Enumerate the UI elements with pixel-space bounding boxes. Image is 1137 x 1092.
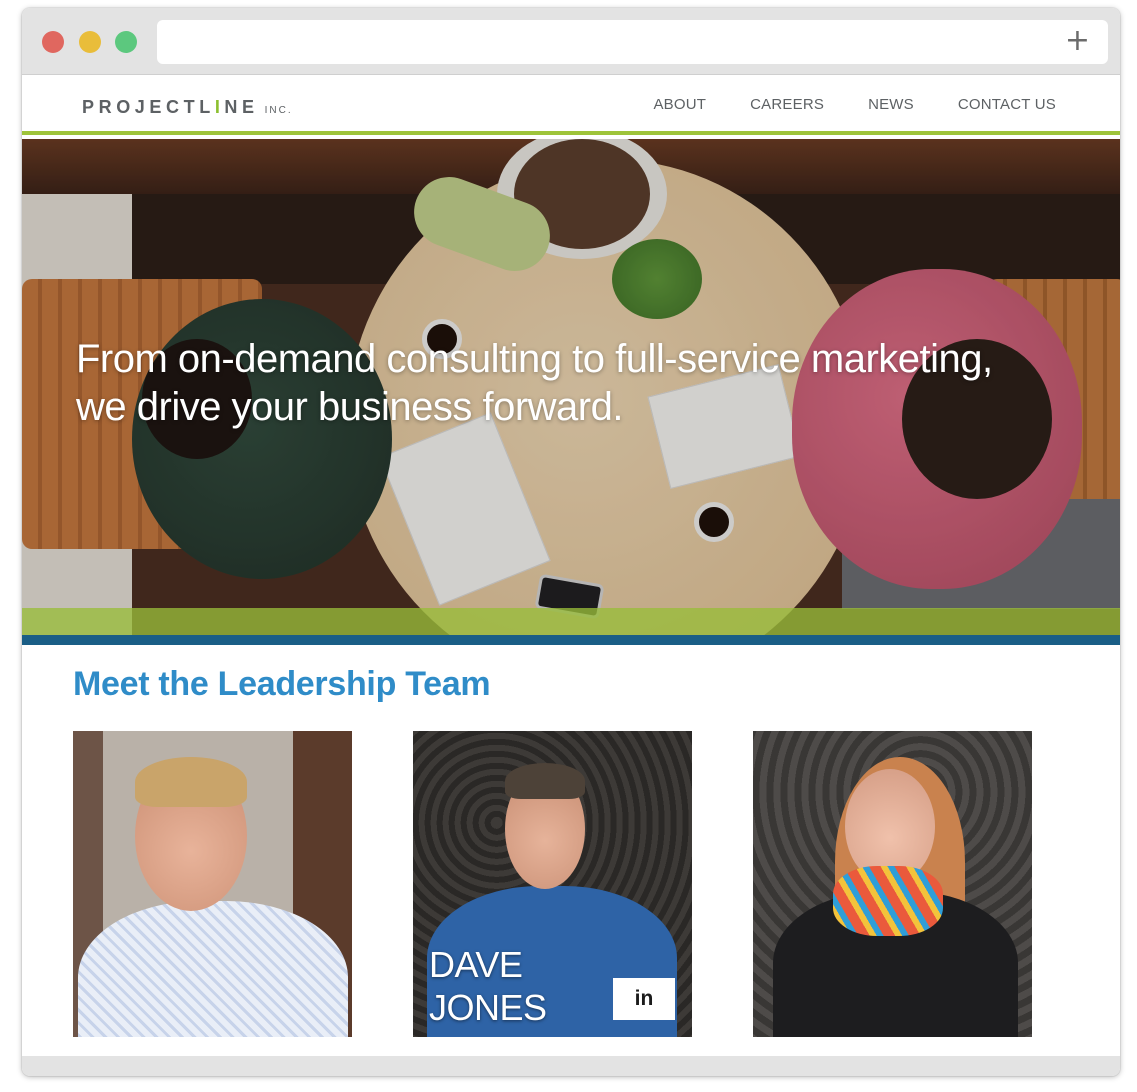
browser-window: + PROJECTLINE INC. ABOUT CAREERS NEWS CO… <box>22 8 1120 1076</box>
minimize-window-button[interactable] <box>79 31 101 53</box>
hero-tagline-line-2: we drive your business forward. <box>76 385 623 429</box>
main-nav: ABOUT CAREERS NEWS CONTACT US <box>609 96 1056 113</box>
logo-text-accent: I <box>214 97 225 117</box>
logo-suffix: INC. <box>264 105 293 116</box>
nav-news[interactable]: NEWS <box>868 96 914 113</box>
nav-contact-us[interactable]: CONTACT US <box>958 96 1056 113</box>
hero-blue-stripe <box>22 635 1120 645</box>
member-last-name: JONES <box>429 987 547 1028</box>
hero-green-stripe <box>22 608 1120 635</box>
close-window-button[interactable] <box>42 31 64 53</box>
projectline-logo[interactable]: PROJECTLINE INC. <box>82 97 293 118</box>
team-member-card-3[interactable] <box>753 731 1032 1037</box>
leadership-heading: Meet the Leadership Team <box>73 665 491 703</box>
address-bar[interactable]: + <box>157 20 1108 64</box>
hero-banner: From on-demand consulting to full-servic… <box>22 139 1120 645</box>
linkedin-button[interactable]: in <box>613 978 675 1020</box>
logo-text-left: PROJECTL <box>82 97 215 117</box>
member-name: DAVE JONES <box>429 943 547 1029</box>
window-bottom-bar <box>22 1056 1120 1076</box>
hero-tagline-line-1: From on-demand consulting to full-servic… <box>76 337 993 381</box>
team-member-card-2[interactable]: DAVE JONES in <box>413 731 692 1037</box>
member-first-name: DAVE <box>429 944 523 985</box>
maximize-window-button[interactable] <box>115 31 137 53</box>
logo-text-right: NE <box>224 97 259 117</box>
nav-careers[interactable]: CAREERS <box>750 96 824 113</box>
nav-about[interactable]: ABOUT <box>653 96 706 113</box>
team-member-card-1[interactable] <box>73 731 352 1037</box>
logo-wordmark: PROJECTLINE <box>82 97 259 118</box>
hero-tagline: From on-demand consulting to full-servic… <box>76 335 1076 431</box>
browser-toolbar: + <box>22 8 1120 75</box>
linkedin-icon: in <box>634 987 654 1010</box>
site-header: PROJECTLINE INC. ABOUT CAREERS NEWS CONT… <box>22 75 1120 135</box>
new-tab-plus-icon[interactable]: + <box>1065 26 1090 56</box>
